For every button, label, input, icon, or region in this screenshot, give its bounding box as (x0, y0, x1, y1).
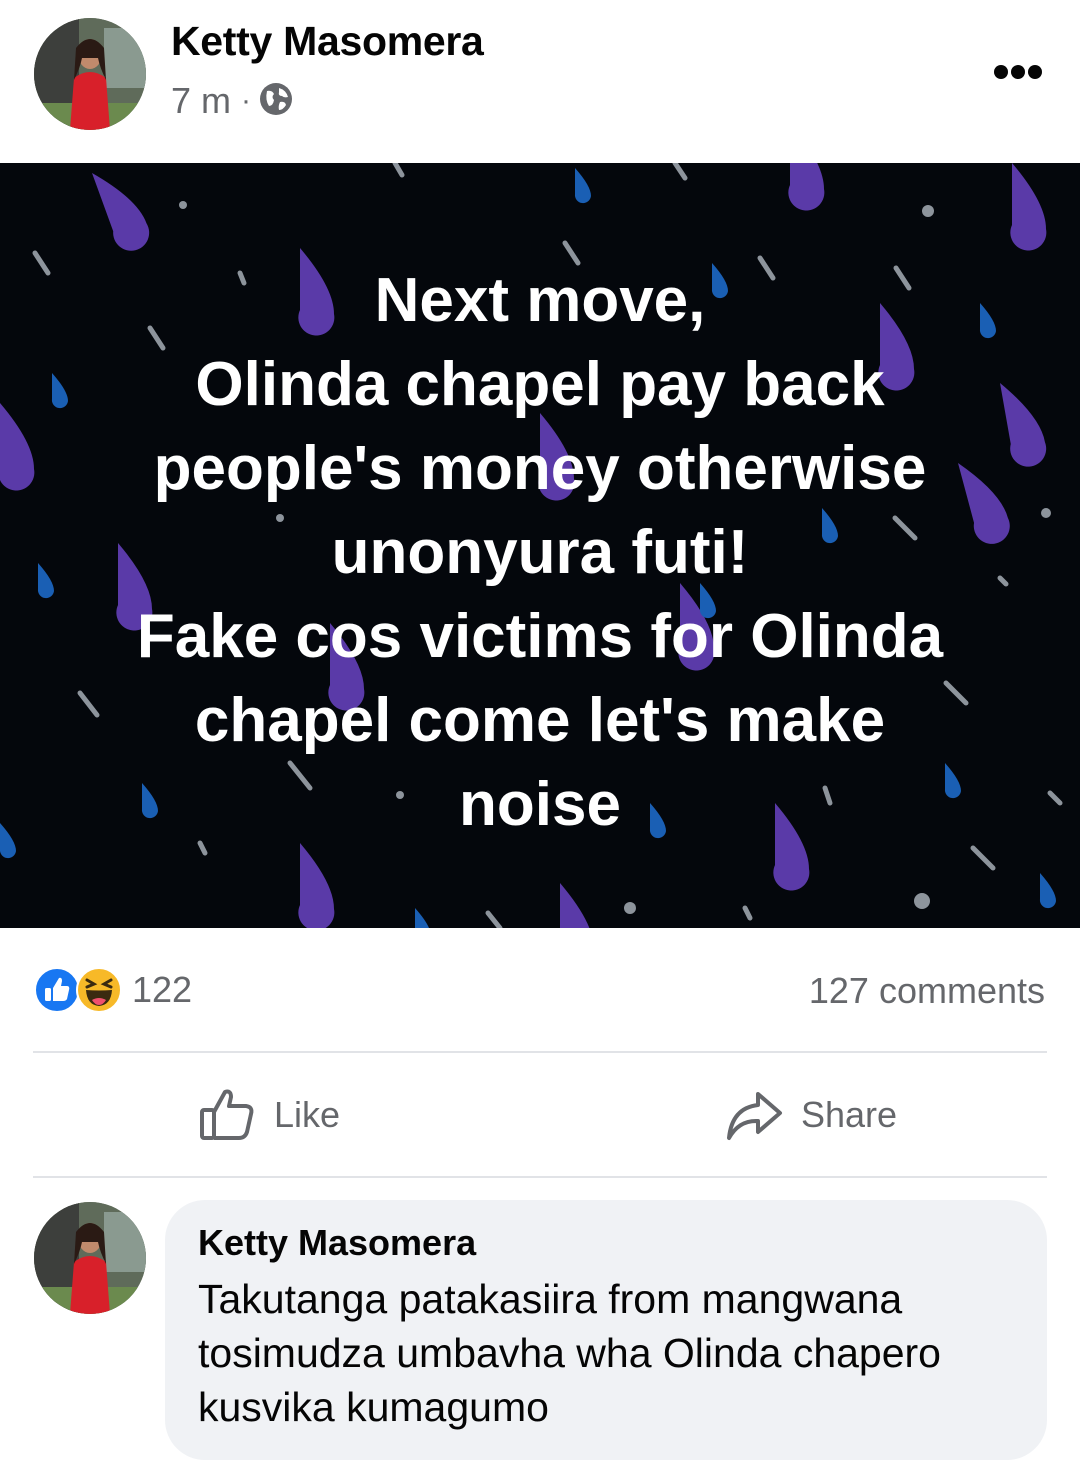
thumbs-up-icon (198, 1086, 256, 1144)
post-time[interactable]: 7 m (171, 80, 231, 122)
comment-text: Takutanga patakasiira from mangwana tosi… (198, 1276, 941, 1430)
haha-reaction-icon (76, 967, 122, 1013)
divider-bottom (33, 1176, 1047, 1178)
author-avatar[interactable] (34, 18, 146, 130)
share-label: Share (801, 1094, 898, 1135)
like-reaction-icon (34, 967, 80, 1013)
divider-top (33, 1051, 1047, 1053)
like-label: Like (274, 1094, 341, 1135)
reactions-summary[interactable]: 122 (34, 965, 192, 1015)
post-meta: 7 m · (171, 80, 293, 122)
post-image[interactable]: Next move, Olinda chapel pay back people… (0, 163, 1080, 928)
share-button[interactable]: Share (725, 1083, 897, 1147)
post-header: Ketty Masomera 7 m · (0, 0, 1080, 163)
globe-icon (259, 82, 293, 121)
reaction-count: 122 (132, 969, 193, 1010)
more-options-button[interactable] (986, 58, 1050, 86)
author-name[interactable]: Ketty Masomera (171, 18, 484, 65)
like-button[interactable]: Like (198, 1083, 340, 1147)
meta-separator: · (241, 84, 252, 117)
comment-author[interactable]: Ketty Masomera (198, 1222, 476, 1264)
post-image-text: Next move, Olinda chapel pay back people… (136, 266, 944, 839)
more-horizontal-icon (994, 65, 1042, 79)
comments-count[interactable]: 127 comments (809, 970, 1045, 1012)
comment-bubble[interactable]: Ketty Masomera Takutanga patakasiira fro… (165, 1200, 1047, 1460)
share-arrow-icon (725, 1086, 783, 1144)
commenter-avatar[interactable] (34, 1202, 146, 1314)
